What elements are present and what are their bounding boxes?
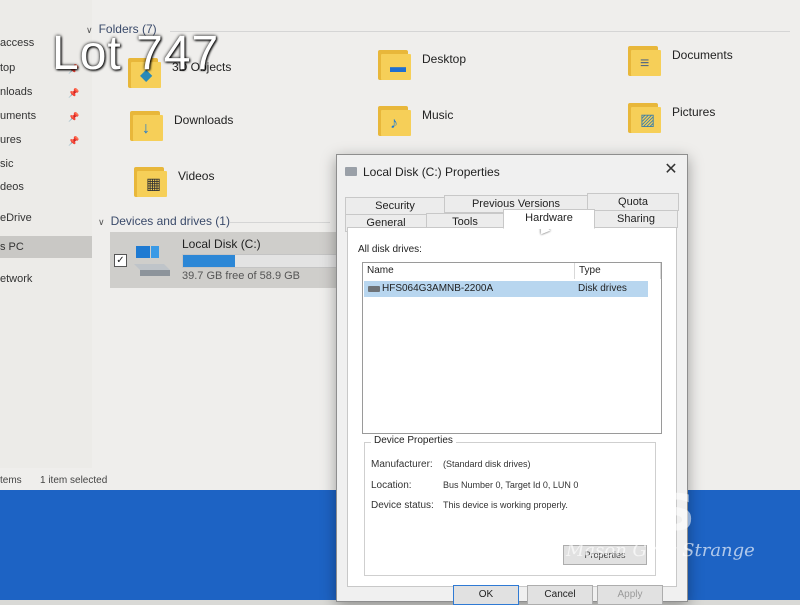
cancel-button[interactable]: Cancel xyxy=(527,585,593,605)
pin-icon: 📌 xyxy=(68,88,80,98)
drive-usage-bar xyxy=(182,254,342,268)
all-disk-drives-label: All disk drives: xyxy=(358,244,422,255)
sidebar-item-onedrive[interactable]: eDrive xyxy=(0,212,32,224)
drive-icon xyxy=(345,167,357,176)
status-selected-count: 1 item selected xyxy=(40,475,108,486)
location-label: Location: xyxy=(371,480,412,491)
status-item-count: tems xyxy=(0,475,22,486)
table-row[interactable]: HFS064G3AMNB-2200A Disk drives xyxy=(364,281,648,297)
music-folder-icon: ♪ xyxy=(378,100,412,136)
drive-model: HFS064G3AMNB-2200A xyxy=(382,283,494,294)
drive-tile-c[interactable]: ✓ Local Disk (C:) 39.7 GB free of 58.9 G… xyxy=(110,232,342,288)
pictures-folder-icon: ▨ xyxy=(628,97,662,133)
drive-name: Local Disk (C:) xyxy=(182,237,261,251)
sidebar-item-desktop[interactable]: top xyxy=(0,62,15,74)
apply-button[interactable]: Apply xyxy=(597,585,663,605)
sidebar-item-network[interactable]: etwork xyxy=(0,273,32,285)
tab-sharing[interactable]: Sharing xyxy=(594,210,678,228)
section-divider xyxy=(230,222,330,223)
sidebar-item-pictures[interactable]: ures xyxy=(0,134,21,146)
manufacturer-label: Manufacturer: xyxy=(371,459,433,470)
folder-label: Downloads xyxy=(174,113,234,127)
tab-quota[interactable]: Quota xyxy=(587,193,679,211)
hard-drive-icon xyxy=(132,242,172,278)
documents-folder-icon: ≡ xyxy=(628,40,662,76)
folder-label: Pictures xyxy=(672,105,716,119)
drive-type: Disk drives xyxy=(578,283,627,294)
folder-label: Desktop xyxy=(422,52,467,66)
close-icon[interactable]: ✕ xyxy=(662,159,680,179)
lot-label-overlay: Lot 747 xyxy=(52,27,220,80)
chevron-down-icon: ∨ xyxy=(98,217,105,227)
watermark: MGS Mason Gray Strange xyxy=(558,484,758,564)
folder-label: Music xyxy=(422,108,454,122)
pin-icon: 📌 xyxy=(68,112,80,122)
drive-usage-fill xyxy=(183,255,236,267)
column-header-type[interactable]: Type xyxy=(575,263,661,279)
sidebar-item-this-pc[interactable]: s PC xyxy=(0,236,92,258)
sidebar-item-documents[interactable]: uments xyxy=(0,110,36,122)
sidebar-item-music[interactable]: sic xyxy=(0,158,13,170)
folder-label: Documents xyxy=(672,48,733,62)
disk-drive-list[interactable]: Name Type HFS064G3AMNB-2200A Disk drives xyxy=(362,262,662,434)
sidebar-item-downloads[interactable]: nloads xyxy=(0,86,32,98)
desktop-folder-icon: ▬ xyxy=(378,44,412,80)
column-header-name[interactable]: Name xyxy=(363,263,575,279)
drive-free-space: 39.7 GB free of 58.9 GB xyxy=(182,270,301,282)
manufacturer-value: (Standard disk drives) xyxy=(443,459,531,469)
videos-folder-icon: ▦ xyxy=(134,161,168,197)
section-divider xyxy=(170,31,790,32)
ok-button[interactable]: OK xyxy=(453,585,519,605)
pin-icon: 📌 xyxy=(68,136,80,146)
tab-hardware[interactable]: Hardware xyxy=(503,209,595,229)
folder-label: Videos xyxy=(178,169,215,183)
sidebar-item-videos[interactable]: deos xyxy=(0,181,24,193)
device-status-label: Device status: xyxy=(371,500,434,511)
sidebar-item-quick-access[interactable]: access xyxy=(0,37,34,49)
watermark-name: Mason Gray Strange xyxy=(566,540,755,561)
downloads-folder-icon: ↓ xyxy=(130,105,164,141)
watermark-logo: MGS xyxy=(564,484,697,542)
drive-checkbox[interactable]: ✓ xyxy=(114,254,127,267)
devices-section-header[interactable]: ∨ Devices and drives (1) xyxy=(98,214,230,228)
device-properties-legend: Device Properties xyxy=(371,435,456,446)
dialog-title: Local Disk (C:) Properties xyxy=(363,165,500,179)
disk-drive-icon xyxy=(368,286,380,292)
device-status-value: This device is working properly. xyxy=(443,500,568,510)
